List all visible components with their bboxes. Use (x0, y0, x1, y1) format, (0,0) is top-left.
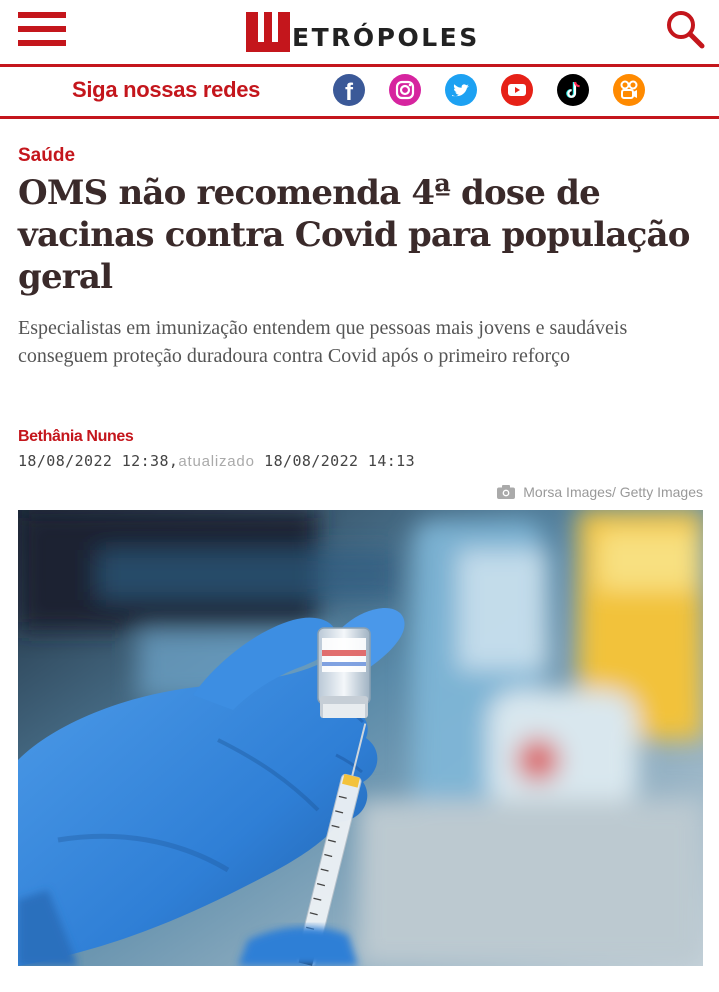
kwai-icon[interactable] (613, 74, 645, 106)
updated-date: 18/08/2022 14:13 (254, 452, 416, 470)
photo-credit-text: Morsa Images/ Getty Images (523, 484, 703, 500)
article-photo[interactable] (18, 510, 703, 966)
menu-icon[interactable] (18, 12, 66, 46)
youtube-icon[interactable] (501, 74, 533, 106)
author-link[interactable]: Bethânia Nunes (18, 428, 134, 446)
published-date: 18/08/2022 12:38, (18, 452, 179, 470)
article-title: OMS não recomenda 4ª dose de vacinas con… (18, 173, 690, 297)
article-subtitle: Especialistas em imunização entendem que… (18, 317, 628, 367)
camera-icon (497, 485, 516, 499)
photo-credit: Morsa Images/ Getty Images (497, 484, 703, 500)
logo-wordmark: ETRÓPOLES (292, 23, 480, 52)
updated-label: atualizado (178, 453, 255, 470)
article-dates: 18/08/2022 12:38,atualizado 18/08/2022 1… (18, 452, 415, 470)
site-logo[interactable]: ETRÓPOLES (246, 10, 480, 52)
social-divider (0, 116, 719, 119)
logo-m-mark (246, 12, 290, 52)
instagram-icon[interactable] (389, 74, 421, 106)
facebook-icon[interactable]: f (333, 74, 365, 106)
svg-text:f: f (345, 79, 354, 106)
search-icon[interactable] (664, 8, 706, 50)
social-bar: Siga nossas redes f (0, 67, 719, 115)
twitter-icon[interactable] (445, 74, 477, 106)
top-header: ETRÓPOLES (0, 0, 719, 64)
category-link[interactable]: Saúde (18, 145, 75, 167)
social-label: Siga nossas redes (72, 77, 261, 102)
tiktok-icon[interactable] (557, 74, 589, 106)
